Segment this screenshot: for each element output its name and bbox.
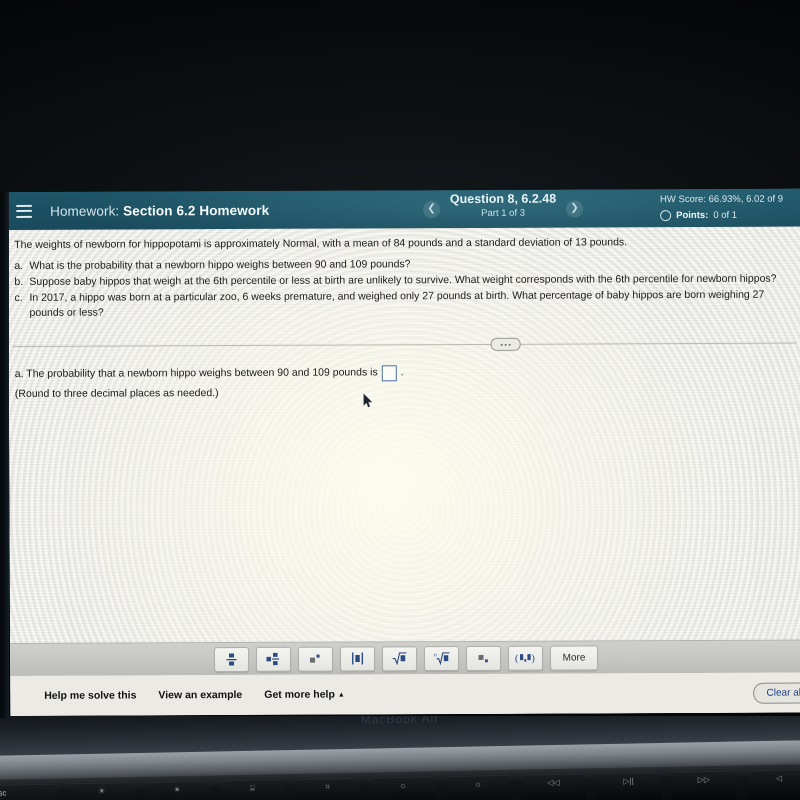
chevron-right-icon[interactable]: ❯ (566, 199, 584, 218)
key-mute[interactable]: ◁ (746, 769, 800, 800)
problem-statement: The weights of newborn for hippopotami i… (14, 236, 628, 251)
svg-text:): ) (531, 653, 534, 663)
laptop-bezel-top (0, 0, 800, 193)
hamburger-menu-icon[interactable] (16, 204, 33, 218)
absolute-value-icon (352, 652, 364, 665)
key-keyboard-light-up[interactable]: ☼ (445, 774, 512, 800)
problem-page: The weights of newborn for hippopotami i… (8, 226, 800, 716)
answer-section: a. The probability that a newborn hippo … (9, 349, 800, 403)
square-root-icon (392, 652, 407, 666)
part-text: In 2017, a hippo was born at a particula… (29, 288, 765, 320)
chevron-left-icon[interactable]: ❮ (423, 200, 441, 218)
absolute-value-button[interactable] (339, 645, 376, 672)
fraction-button[interactable] (213, 646, 250, 672)
score-summary: HW Score: 66.93%, 6.02 of 9 Points: 0 of… (660, 193, 800, 223)
hw-score-label: HW Score: 66.93%, 6.02 of 9 (660, 193, 784, 206)
question-part-label: Part 1 of 3 (481, 207, 526, 220)
mixed-number-button[interactable] (255, 646, 292, 672)
help-me-solve-this-link[interactable]: Help me solve this (44, 689, 136, 701)
rounding-instruction: (Round to three decimal places as needed… (14, 387, 219, 400)
problem-parts-list: a. What is the probability that a newbor… (8, 256, 800, 322)
assignment-name-label: Section 6.2 Homework (123, 202, 270, 218)
math-palette-toolbar: n ( ) More (9, 639, 800, 676)
clear-all-button[interactable]: Clear all (753, 681, 800, 704)
application-header-bar: Homework: Section 6.2 Homework ❮ Questio… (8, 188, 800, 230)
more-palette-button[interactable]: More (549, 644, 599, 671)
part-text: What is the probability that a newborn h… (29, 258, 411, 273)
nth-root-icon: n (434, 652, 450, 666)
part-marker: c. (14, 291, 23, 304)
view-an-example-link[interactable]: View an example (158, 689, 242, 701)
answer-prompt-row: a. The probability that a newborn hippo … (15, 363, 795, 383)
key-play-pause[interactable]: ▷|| (595, 771, 662, 800)
caret-up-icon: ▲ (337, 691, 345, 699)
key-brightness-up[interactable]: ☀ (144, 780, 211, 800)
key-brightness-down[interactable]: ☀ (69, 782, 135, 800)
square-root-button[interactable] (381, 645, 418, 671)
question-number-label: Question 8, 6.2.48 (449, 191, 557, 207)
key-launchpad[interactable]: ⌗ (294, 777, 361, 800)
help-toolbar: Help me solve this View an example Get m… (10, 672, 800, 716)
assignment-prefix-label: Homework: (50, 203, 120, 219)
svg-text:n: n (434, 653, 437, 659)
screen-left-edge (0, 192, 9, 718)
exponent-icon (310, 654, 320, 663)
answer-prompt-suffix: . (400, 366, 404, 379)
mixed-number-icon (266, 652, 280, 665)
question-navigator: ❮ Question 8, 6.2.48 Part 1 of 3 ❯ (423, 189, 584, 228)
assignment-title: Homework: Section 6.2 Homework (50, 202, 269, 218)
get-more-help-label: Get more help (264, 688, 335, 701)
key-rewind[interactable]: ◁◁ (520, 773, 587, 800)
laptop-deck: MacBook Air esc ☀ ☀ ⌸ ⌗ ☼ ☼ ◁◁ ▷|| ▷▷ ◁ (0, 716, 800, 800)
browser-screen: Homework: Section 6.2 Homework ❮ Questio… (8, 188, 800, 716)
points-prefix-label: Points: (676, 209, 709, 221)
points-row: Points: 0 of 1 (660, 208, 800, 222)
key-mission-control[interactable]: ⌸ (219, 779, 286, 800)
divider-line (12, 342, 797, 348)
question-identifier: Question 8, 6.2.48 Part 1 of 3 (448, 192, 558, 220)
photo-of-laptop-screen: Homework: Section 6.2 Homework ❮ Questio… (0, 0, 800, 800)
part-marker: a. (14, 260, 24, 273)
key-keyboard-light-down[interactable]: ☼ (370, 776, 436, 800)
nth-root-button[interactable]: n (423, 645, 460, 671)
list-item: c. In 2017, a hippo was born at a partic… (14, 287, 790, 322)
progress-circle-icon (660, 210, 672, 222)
svg-text:(: ( (515, 653, 519, 663)
answer-input[interactable] (381, 364, 397, 381)
key-fast-forward[interactable]: ▷▷ (671, 770, 737, 800)
interval-union-icon: ( ) (515, 653, 535, 663)
exponent-button[interactable] (297, 646, 334, 672)
part-marker: b. (14, 275, 24, 288)
key-esc[interactable]: esc (0, 783, 60, 800)
subscript-button[interactable] (465, 645, 502, 671)
fraction-icon (226, 653, 237, 666)
get-more-help-link[interactable]: Get more help ▲ (264, 689, 345, 701)
interval-union-button[interactable]: ( ) (507, 645, 544, 671)
answer-prompt-label: a. The probability that a newborn hippo … (14, 366, 378, 381)
points-value-label: 0 of 1 (713, 209, 738, 221)
subscript-icon (478, 654, 488, 662)
